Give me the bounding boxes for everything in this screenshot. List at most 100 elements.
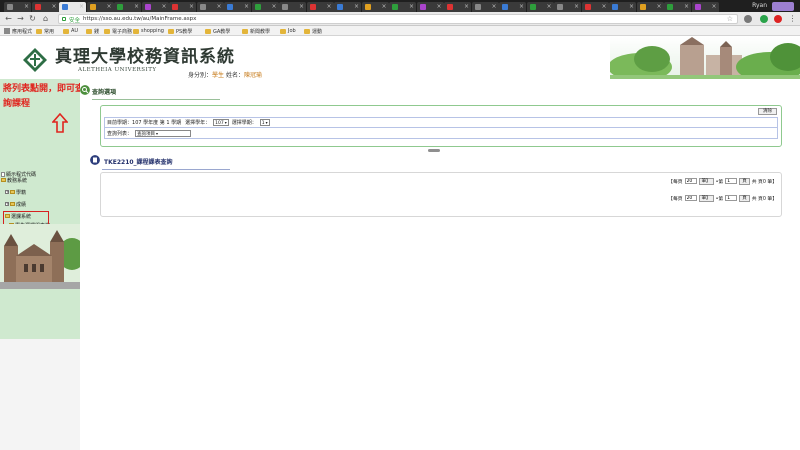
page-input[interactable] [725, 178, 738, 184]
forward-icon[interactable]: → [16, 14, 25, 24]
tab-close-icon[interactable]: × [51, 3, 56, 10]
apps-icon [4, 28, 10, 34]
bookmark-item[interactable]: 新聞教學 [242, 27, 270, 35]
bookmark-item[interactable]: 運動 [304, 27, 322, 35]
bookmark-item[interactable]: 應用程式 [4, 27, 32, 35]
pager-page-label: •第 [715, 179, 724, 185]
pager-per-page-label: 【每頁 [668, 179, 683, 185]
per-page-input-2[interactable] [684, 195, 697, 201]
tab-close-icon[interactable]: × [601, 3, 606, 10]
page-unit-button-2[interactable]: 頁 [739, 194, 750, 202]
browser-tab[interactable]: × [444, 2, 471, 12]
tab-close-icon[interactable]: × [79, 3, 84, 10]
page-unit-button[interactable]: 頁 [739, 177, 750, 185]
shield-extension-icon[interactable] [760, 15, 768, 23]
browser-tab[interactable]: × [169, 2, 196, 12]
browser-tab[interactable]: × [86, 2, 114, 12]
tree-item[interactable]: + 成績 [5, 201, 26, 208]
bookmark-item[interactable]: 錢 [86, 27, 99, 35]
tab-close-icon[interactable]: × [299, 3, 304, 10]
tab-close-icon[interactable]: × [106, 3, 111, 10]
per-page-unit-button-2[interactable]: 筆】 [698, 194, 714, 202]
browser-tab[interactable]: × [636, 2, 664, 12]
panel-collapse-handle[interactable] [428, 149, 440, 152]
back-icon[interactable]: ← [4, 14, 13, 24]
tab-close-icon[interactable]: × [216, 3, 221, 10]
browser-tab[interactable]: × [141, 2, 169, 12]
campus-banner-image [610, 37, 800, 79]
query-list-select[interactable]: 查詢項目 [135, 129, 192, 137]
tab-close-icon[interactable]: × [189, 3, 194, 10]
tab-close-icon[interactable]: × [491, 3, 496, 10]
tab-close-icon[interactable]: × [354, 3, 359, 10]
browser-tab[interactable]: × [691, 2, 719, 12]
tab-close-icon[interactable]: × [629, 3, 634, 10]
tab-close-icon[interactable]: × [161, 3, 166, 10]
reload-icon[interactable]: ↻ [28, 14, 37, 24]
tree-item[interactable]: 教務系統 [1, 177, 27, 184]
browser-profile-name[interactable]: Ryan [752, 2, 767, 9]
bookmark-star-icon[interactable]: ☆ [727, 15, 733, 23]
browser-tab[interactable]: × [664, 2, 691, 12]
tab-close-icon[interactable]: × [24, 3, 29, 10]
per-page-input[interactable] [684, 178, 697, 184]
browser-tab[interactable]: × [31, 2, 59, 12]
browser-tab[interactable]: × [251, 2, 279, 12]
browser-tab[interactable]: × [526, 2, 554, 12]
browser-tab[interactable]: × [224, 2, 251, 12]
tab-close-icon[interactable]: × [381, 3, 386, 10]
per-page-unit-button[interactable]: 筆】 [698, 177, 714, 185]
record-extension-icon[interactable] [774, 15, 782, 23]
clear-button[interactable]: 清除 [758, 108, 777, 115]
bookmark-item[interactable]: shopping [133, 27, 164, 35]
sidebar-footer [0, 339, 80, 450]
tab-close-icon[interactable]: × [711, 3, 716, 10]
tab-close-icon[interactable]: × [574, 3, 579, 10]
browser-tab[interactable]: × [609, 2, 636, 12]
tab-close-icon[interactable]: × [409, 3, 414, 10]
year-select[interactable]: 107 [213, 119, 229, 126]
home-icon[interactable]: ⌂ [41, 14, 50, 24]
bookmark-item[interactable]: AU [63, 27, 78, 35]
browser-tab[interactable]: × [4, 2, 31, 12]
browser-tab[interactable]: × [416, 2, 444, 12]
page-input-2[interactable] [725, 195, 738, 201]
tab-close-icon[interactable]: × [464, 3, 469, 10]
tab-close-icon[interactable]: × [656, 3, 661, 10]
tree-item[interactable]: + 學籍 [5, 189, 26, 196]
browser-tab[interactable]: × [471, 2, 499, 12]
browser-tab[interactable]: × [306, 2, 334, 12]
browser-profile-avatar[interactable] [772, 2, 794, 11]
url-text[interactable]: https://sso.au.edu.tw/au/MainFrame.aspx [83, 16, 196, 22]
browser-tab[interactable]: × [196, 2, 224, 12]
tab-close-icon[interactable]: × [134, 3, 139, 10]
menu-icon[interactable]: ⋮ [788, 14, 797, 24]
browser-tab[interactable]: × [499, 2, 526, 12]
browser-tab[interactable]: × [389, 2, 416, 12]
bookmark-item[interactable]: 常用 [36, 27, 54, 35]
address-bar[interactable]: 安全 https://sso.au.edu.tw/au/MainFrame.as… [58, 14, 738, 24]
browser-tab[interactable]: × [361, 2, 389, 12]
bookmark-item[interactable]: 電子商務 [104, 27, 132, 35]
expand-icon[interactable]: + [5, 190, 9, 194]
tab-close-icon[interactable]: × [271, 3, 276, 10]
term-select[interactable]: 1 [259, 119, 270, 126]
browser-tab[interactable]: × [554, 2, 581, 12]
tab-close-icon[interactable]: × [546, 3, 551, 10]
browser-tab[interactable]: × [334, 2, 361, 12]
tab-close-icon[interactable]: × [436, 3, 441, 10]
bookmark-item[interactable]: Job [280, 27, 296, 35]
tab-close-icon[interactable]: × [684, 3, 689, 10]
expand-icon[interactable]: + [5, 202, 9, 206]
browser-tab[interactable]: × [581, 2, 609, 12]
extension-icon[interactable] [744, 15, 752, 23]
browser-tab[interactable]: × [59, 2, 86, 12]
bookmark-item[interactable]: GA教學 [205, 27, 230, 35]
tab-close-icon[interactable]: × [519, 3, 524, 10]
tab-favicon-icon [474, 4, 481, 10]
bookmark-item[interactable]: PS教學 [168, 27, 192, 35]
browser-tab[interactable]: × [114, 2, 141, 12]
tab-close-icon[interactable]: × [244, 3, 249, 10]
browser-tab[interactable]: × [279, 2, 306, 12]
tab-close-icon[interactable]: × [326, 3, 331, 10]
